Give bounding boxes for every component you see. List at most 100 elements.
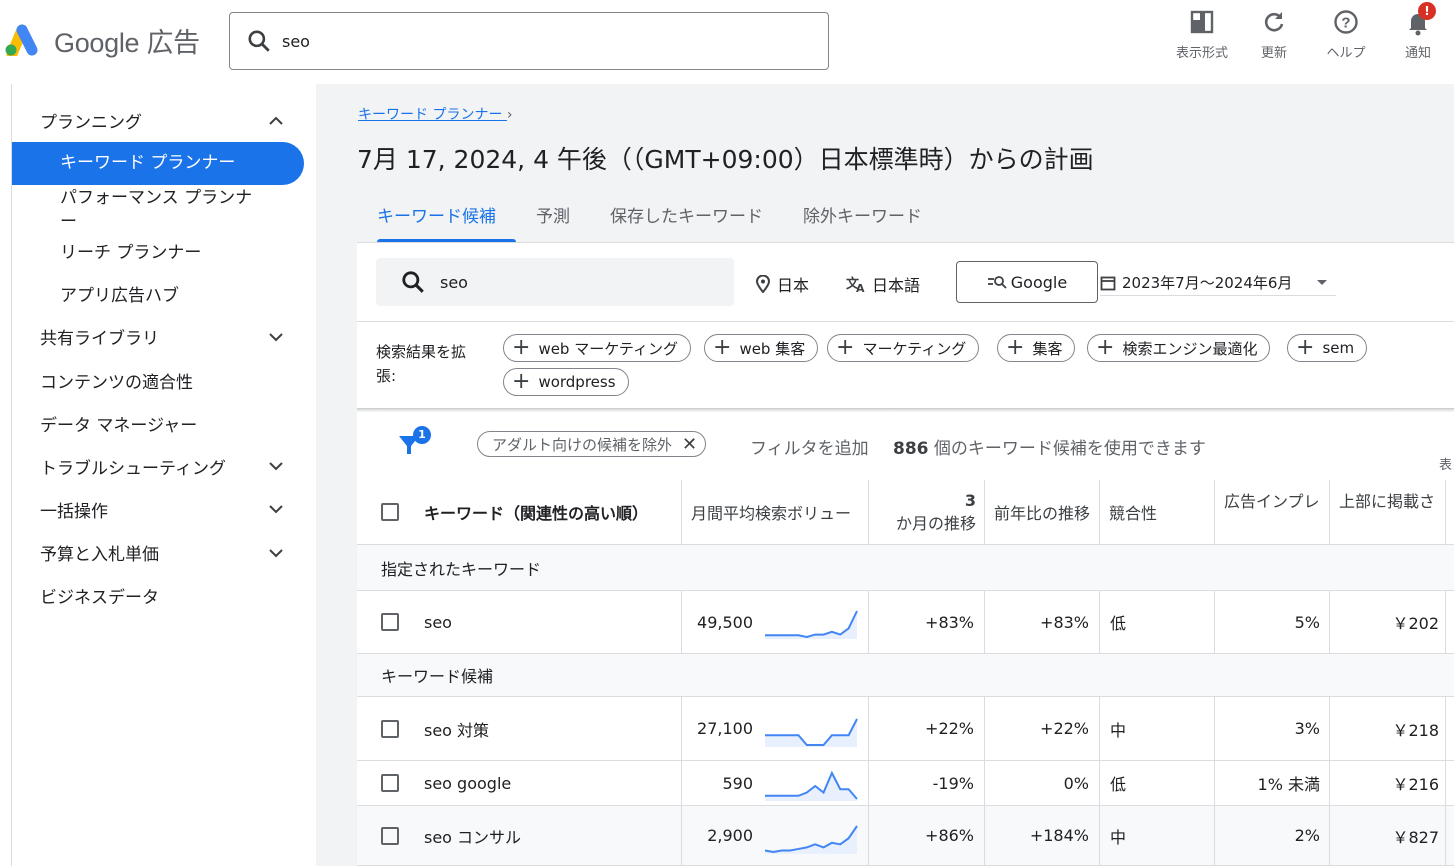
refresh-label: 更新 [1260,46,1287,61]
notification-button[interactable]: ! 通知 [1382,2,1454,61]
header-top-bid[interactable]: 上部に掲載さ [1339,480,1449,544]
chevron-up-icon[interactable] [268,113,284,129]
network-selector[interactable]: Google [956,261,1098,303]
sparkline-area [765,719,857,747]
expand-chip[interactable]: + マーケティング [827,334,980,362]
expand-chip[interactable]: + wordpress [503,368,629,396]
sidebar-item-planning[interactable]: プランニング [40,108,142,133]
column-divider [1329,761,1330,805]
column-divider [681,697,682,760]
top-actions: 表示形式 更新 ? ヘルプ ! 通知 [1166,2,1454,61]
tab-negative-keywords[interactable]: 除外キーワード [783,196,942,242]
table-header-row: キーワード（関連性の高い順） 月間平均検索ボリュー 3 か月の推移 前年比の推移… [357,480,1454,545]
sparkline-area [765,773,857,801]
filter-count-badge: 1 [413,426,431,444]
keyword-search-input[interactable]: seo [376,258,734,306]
chevron-down-icon[interactable] [268,545,284,561]
breadcrumb[interactable]: キーワード プランナー › [358,104,513,124]
chip-label: web 集客 [739,339,806,358]
chevron-down-icon[interactable] [268,458,284,474]
row-checkbox[interactable] [381,613,399,631]
location-selector[interactable]: 日本 [755,272,809,296]
search-network-icon [987,276,1007,289]
sidebar-item-reach-planner[interactable]: リーチ プランナー [60,238,201,263]
cell-impression-share: 3% [1294,719,1320,738]
cell-keyword: seo コンサル [424,827,522,847]
row-checkbox[interactable] [381,826,399,845]
sidebar-item-troubleshooting[interactable]: トラブルシューティング [40,454,226,479]
sidebar-item-content-suitability[interactable]: コンテンツの適合性 [40,368,193,393]
sidebar-item-keyword-planner[interactable]: キーワード プランナー [12,142,304,185]
sidebar-item-budgets-bids[interactable]: 予算と入札単価 [40,540,159,565]
column-divider [1214,480,1215,544]
expand-chip[interactable]: + web 集客 [704,334,819,362]
keyword-count-text: 886 個のキーワード候補を使用できます [893,434,1206,459]
google-ads-logo[interactable]: Google 広告 [4,22,200,58]
expand-chip[interactable]: + sem [1287,334,1368,362]
cell-yoy: +22% [1040,719,1089,738]
display-format-label: 表示形式 [1175,46,1228,61]
adult-filter-chip[interactable]: アダルト向けの候補を除外 ✕ [477,431,707,457]
help-button[interactable]: ? ヘルプ [1310,8,1382,61]
location-label: 日本 [777,276,810,295]
tab-keyword-ideas[interactable]: キーワード候補 [357,196,516,242]
column-divider [868,480,869,544]
row-checkbox[interactable] [381,774,399,792]
trend-sparkline [764,825,858,854]
chevron-down-icon[interactable] [268,501,284,517]
close-icon[interactable]: ✕ [682,434,697,455]
keyword-table: キーワード（関連性の高い順） 月間平均検索ボリュー 3 か月の推移 前年比の推移… [357,480,1454,866]
select-all-checkbox[interactable] [381,503,399,521]
global-search-input[interactable]: seo [229,12,829,70]
breadcrumb-link[interactable]: キーワード プランナー [358,107,502,123]
sidebar-item-app-hub[interactable]: アプリ広告ハブ [60,281,179,306]
cell-volume: 590 [722,773,753,793]
chevron-down-icon[interactable] [268,329,284,345]
expand-chip[interactable]: + 集客 [997,334,1076,362]
display-format-button[interactable]: 表示形式 [1166,8,1238,61]
sidebar-item-data-manager[interactable]: データ マネージャー [40,411,197,436]
svg-text:?: ? [1341,15,1350,32]
header-keyword[interactable]: キーワード（関連性の高い順） [424,480,674,544]
columns-button[interactable]: 表 [1439,454,1452,473]
header-volume[interactable]: 月間平均検索ボリュー [691,480,861,544]
cell-competition: 中 [1110,827,1127,847]
cell-yoy: +83% [1040,612,1089,632]
sparkline-line [765,610,858,639]
date-range-selector[interactable]: 2023年7月～2024年6月 [1100,270,1336,296]
sidebar-item-shared-library[interactable]: 共有ライブラリ [40,324,159,349]
column-divider [1329,480,1330,544]
header-yoy[interactable]: 前年比の推移 [994,480,1090,544]
sidebar-item-performance-planner-wrap: ー [60,212,77,232]
cell-volume: 27,100 [697,719,753,738]
table-row[interactable]: seo 49,500 +83% +83% 低 5% ￥202 [357,591,1454,654]
chip-label: web マーケティング [538,339,679,358]
table-row[interactable]: seo 対策 27,100 +22% +22% 中 3% ￥218 [357,697,1454,761]
plus-icon: + [512,369,531,394]
refresh-button[interactable]: 更新 [1238,8,1310,61]
tab-saved-keywords[interactable]: 保存したキーワード [590,196,783,242]
date-range-label: 2023年7月～2024年6月 [1122,274,1293,292]
expand-results-label: 検索結果を拡張: [376,343,467,385]
table-row[interactable]: seo コンサル 2,900 +86% +184% 中 2% ￥827 [357,806,1454,866]
sidebar-item-bulk-actions[interactable]: 一括操作 [40,497,108,522]
column-divider [681,591,682,653]
row-checkbox[interactable] [381,719,399,738]
language-selector[interactable]: 文 A 日本語 [846,272,920,296]
adult-filter-label: アダルト向けの候補を除外 [492,435,673,454]
header-impression-share[interactable]: 広告インプレ [1224,480,1329,544]
expand-chip[interactable]: + web マーケティング [503,334,692,362]
sidebar-item-performance-planner[interactable]: パフォーマンス プランナ [60,183,252,208]
sidebar-item-business-data[interactable]: ビジネスデータ [40,583,159,608]
tab-forecast[interactable]: 予測 [516,196,590,242]
add-filter-button[interactable]: フィルタを追加 [750,434,869,459]
column-divider [1099,761,1100,805]
row-select-cell [381,806,403,865]
table-row[interactable]: seo google 590 -19% 0% 低 1% 未満 ￥216 [357,761,1454,806]
expand-chip[interactable]: + 検索エンジン最適化 [1087,334,1271,362]
header-three-month[interactable]: 3 か月の推移 [876,480,976,544]
cell-competition: 低 [1110,775,1127,794]
column-divider [868,806,869,865]
header-competition[interactable]: 競合性 [1109,480,1209,544]
cell-keyword: seo 対策 [424,720,490,740]
